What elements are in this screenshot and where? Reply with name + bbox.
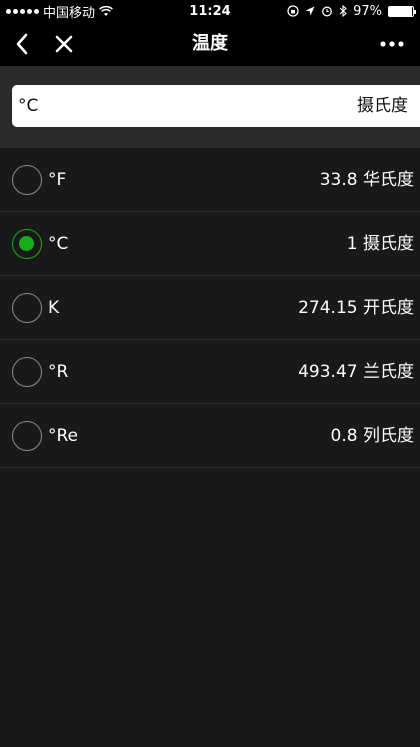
radio-button[interactable] (12, 165, 42, 195)
unit-symbol: °Re (48, 426, 79, 446)
location-icon (305, 6, 315, 16)
radio-button[interactable] (12, 293, 42, 323)
unit-value: 493.47 兰氏度 (298, 362, 414, 382)
status-bar: 中国移动 11:24 97% (0, 0, 420, 22)
battery-icon (388, 5, 416, 17)
more-button[interactable] (372, 22, 412, 66)
input-unit-name: 摄氏度 (357, 96, 408, 116)
radio-button-selected[interactable] (12, 229, 42, 259)
status-right: 97% (287, 3, 416, 19)
radio-button[interactable] (12, 421, 42, 451)
unit-row-kelvin[interactable]: K 274.15 开氏度 (0, 276, 420, 340)
unit-value: 274.15 开氏度 (298, 298, 414, 318)
unit-value: 1 摄氏度 (346, 234, 414, 254)
unit-row-reaumur[interactable]: °Re 0.8 列氏度 (0, 404, 420, 468)
unit-symbol: °F (48, 170, 67, 190)
unit-symbol: °R (48, 362, 69, 382)
unit-row-fahrenheit[interactable]: °F 33.8 华氏度 (0, 148, 420, 212)
unit-row-celsius[interactable]: °C 1 摄氏度 (0, 212, 420, 276)
unit-row-rankine[interactable]: °R 493.47 兰氏度 (0, 340, 420, 404)
more-icon (380, 41, 404, 47)
unit-value: 33.8 华氏度 (319, 170, 414, 190)
battery-level (389, 6, 413, 16)
alarm-icon (322, 6, 333, 17)
page-title: 温度 (192, 33, 228, 54)
battery-percent: 97% (353, 3, 382, 19)
input-unit: °C (18, 96, 39, 116)
radio-button[interactable] (12, 357, 42, 387)
unit-symbol: K (48, 298, 60, 318)
navigation-bar: 温度 (0, 22, 420, 66)
unit-list: °F 33.8 华氏度 °C 1 摄氏度 K 274.15 开氏度 °R 493… (0, 148, 420, 468)
unit-value: 0.8 列氏度 (330, 426, 414, 446)
orientation-lock-icon (287, 5, 299, 17)
input-area: °C 摄氏度 (0, 66, 420, 148)
temperature-input[interactable]: °C 摄氏度 (12, 85, 420, 127)
unit-symbol: °C (48, 234, 69, 254)
bluetooth-icon (339, 5, 347, 17)
